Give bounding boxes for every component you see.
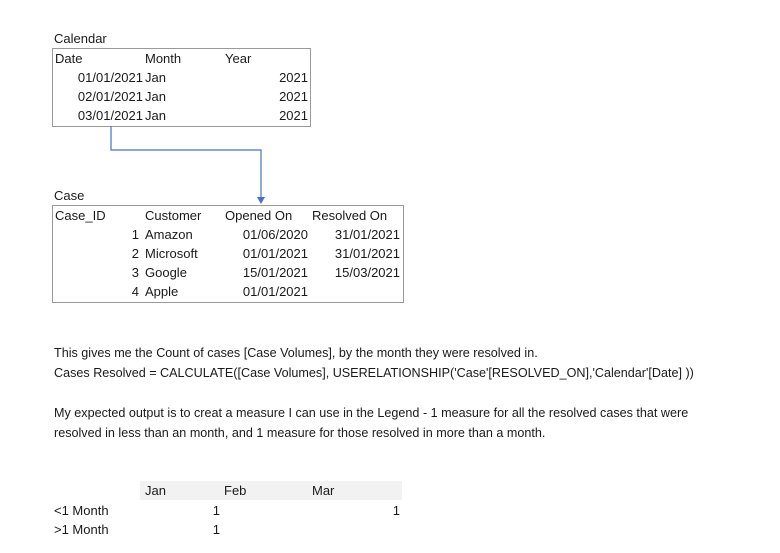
cell-date: 01/01/2021 [77, 70, 143, 85]
cell-customer: Apple [145, 284, 179, 299]
cell-month: Jan [145, 70, 166, 85]
cell-customer: Microsoft [145, 246, 198, 261]
cell-feb: 1 [212, 503, 220, 518]
cell-opened-on: 01/01/2021 [242, 284, 308, 299]
output-header-shade [140, 481, 402, 500]
table-row: 01/01/2021 Jan 2021 [53, 68, 310, 87]
case-title: Case [54, 188, 85, 203]
explanation-line-1: This gives me the Count of cases [Case V… [54, 346, 538, 360]
cell-case-id: 2 [131, 246, 139, 261]
cell-customer: Amazon [145, 227, 193, 242]
cell-case-id: 3 [131, 265, 139, 280]
table-row: 3 Google 15/01/2021 15/03/2021 [53, 263, 403, 282]
table-row: 02/01/2021 Jan 2021 [53, 87, 310, 106]
cell-date: 03/01/2021 [77, 108, 143, 123]
column-header-resolved-on: Resolved On [312, 208, 388, 223]
calendar-title: Calendar [54, 31, 107, 46]
column-header-jan: Jan [145, 483, 166, 498]
cell-feb: 1 [212, 522, 220, 537]
formula-line: Cases Resolved = CALCULATE([Case Volumes… [54, 366, 694, 380]
table-row: 1 Amazon 01/06/2020 31/01/2021 [53, 225, 403, 244]
column-header-month: Month [145, 51, 182, 66]
row-label-more-than-month: >1 Month [54, 522, 109, 537]
relationship-line [110, 126, 262, 198]
cell-case-id: 1 [131, 227, 139, 242]
row-label-less-than-month: <1 Month [54, 503, 109, 518]
column-header-date: Date [55, 51, 83, 66]
column-header-opened-on: Opened On [225, 208, 293, 223]
cell-year: 2021 [279, 89, 308, 104]
cell-opened-on: 01/06/2020 [242, 227, 308, 242]
cell-opened-on: 01/01/2021 [242, 246, 308, 261]
cell-case-id: 4 [131, 284, 139, 299]
table-row: 4 Apple 01/01/2021 [53, 282, 403, 301]
table-header-row: Case_ID Customer Opened On Resolved On [53, 206, 403, 225]
column-header-feb: Feb [224, 483, 247, 498]
cell-year: 2021 [279, 108, 308, 123]
cell-date: 02/01/2021 [77, 89, 143, 104]
cell-opened-on: 15/01/2021 [242, 265, 308, 280]
explanation-line-4: resolved in less than an month, and 1 me… [54, 426, 546, 440]
arrow-down-icon [257, 197, 265, 204]
cell-mar: 1 [392, 503, 400, 518]
column-header-year: Year [225, 51, 252, 66]
explanation-line-3: My expected output is to creat a measure… [54, 406, 689, 420]
output-table: Jan Feb Mar <1 Month 1 1 >1 Month 1 [52, 481, 404, 541]
cell-month: Jan [145, 89, 166, 104]
column-header-mar: Mar [312, 483, 335, 498]
cell-resolved-on: 31/01/2021 [334, 227, 400, 242]
case-table: Case_ID Customer Opened On Resolved On 1… [52, 205, 404, 303]
cell-month: Jan [145, 108, 166, 123]
column-header-customer: Customer [145, 208, 202, 223]
table-header-row: Date Month Year [53, 49, 310, 68]
cell-customer: Google [145, 265, 187, 280]
column-header-case-id: Case_ID [55, 208, 106, 223]
table-row: 03/01/2021 Jan 2021 [53, 106, 310, 125]
cell-year: 2021 [279, 70, 308, 85]
table-row: 2 Microsoft 01/01/2021 31/01/2021 [53, 244, 403, 263]
cell-resolved-on: 31/01/2021 [334, 246, 400, 261]
calendar-table: Date Month Year 01/01/2021 Jan 2021 02/0… [52, 48, 311, 127]
cell-resolved-on: 15/03/2021 [334, 265, 400, 280]
